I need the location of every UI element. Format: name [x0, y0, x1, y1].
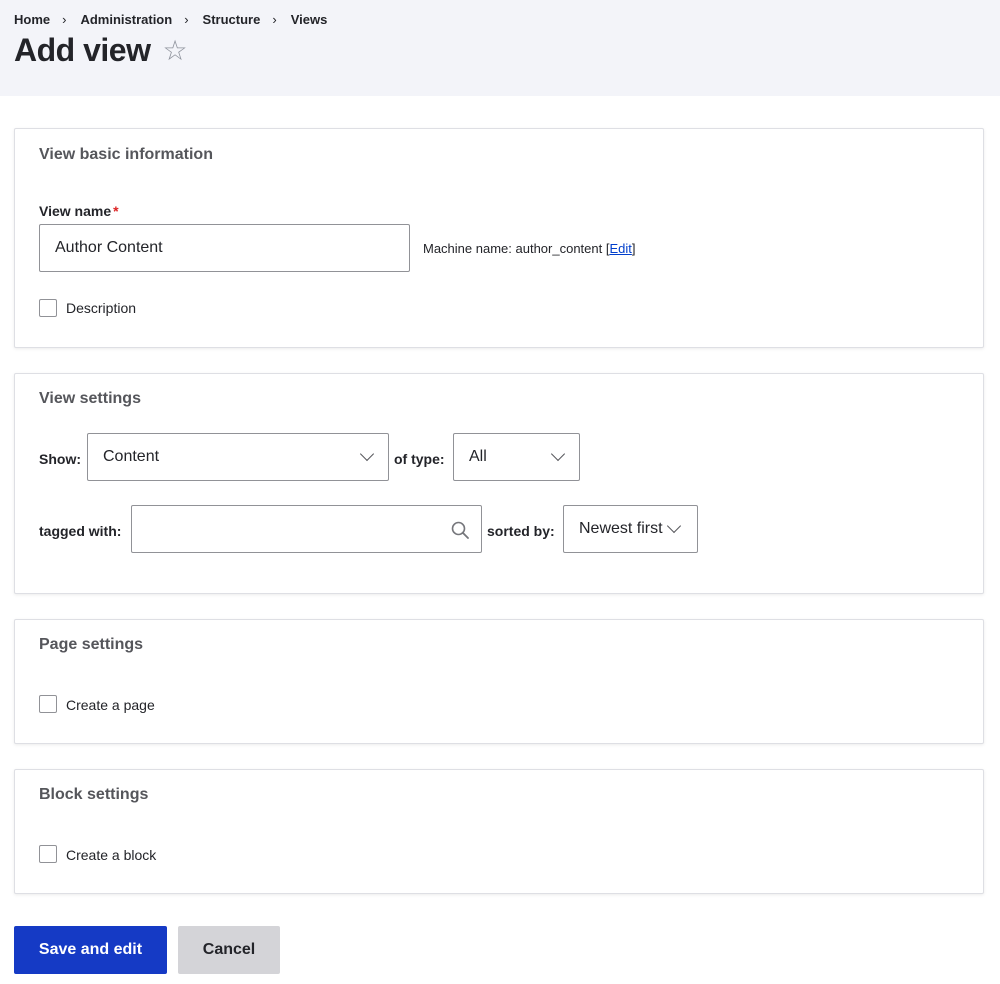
cancel-button[interactable]: Cancel	[178, 926, 280, 974]
chevron-down-icon	[550, 446, 566, 462]
view-settings-section: View settings Show: Content of type: All…	[14, 373, 984, 594]
tagged-with-input[interactable]	[131, 505, 482, 553]
view-name-value: Author Content	[55, 239, 163, 256]
show-label: Show:	[39, 451, 81, 467]
view-name-label-text: View name	[39, 203, 112, 219]
chevron-down-icon	[666, 518, 682, 534]
sorted-by-select[interactable]: Newest first	[563, 505, 698, 553]
page-header: Home › Administration › Structure › View…	[0, 0, 1000, 96]
chevron-down-icon	[359, 446, 375, 462]
machine-name-bracket: ]	[631, 241, 636, 256]
chevron-right-icon: ›	[272, 12, 277, 27]
machine-name-text: Machine name: author_content [	[423, 241, 610, 256]
tagged-with-label: tagged with:	[39, 523, 122, 539]
sorted-by-label: sorted by:	[487, 523, 555, 539]
view-name-input[interactable]: Author Content	[39, 224, 410, 272]
breadcrumb: Home › Administration › Structure › View…	[14, 12, 327, 27]
breadcrumb-administration[interactable]: Administration	[80, 12, 172, 27]
description-label[interactable]: Description	[66, 300, 136, 316]
block-settings-section: Block settings Create a block	[14, 769, 984, 894]
breadcrumb-home[interactable]: Home	[14, 12, 50, 27]
sorted-by-select-value: Newest first	[579, 520, 663, 537]
machine-name: Machine name: author_content [Edit]	[423, 241, 635, 256]
section-title: Page settings	[39, 636, 144, 653]
required-marker: *	[113, 203, 119, 219]
of-type-select-value: All	[469, 448, 487, 465]
star-outline-icon[interactable]: ☆	[162, 36, 187, 65]
show-select[interactable]: Content	[87, 433, 389, 481]
create-block-checkbox[interactable]	[39, 845, 57, 863]
basic-info-section: View basic information View name * Author…	[14, 128, 984, 348]
page-title: Add view	[14, 32, 151, 68]
machine-name-edit-link[interactable]: Edit	[609, 241, 631, 256]
description-checkbox[interactable]	[39, 299, 57, 317]
of-type-label: of type:	[394, 451, 445, 467]
create-block-label[interactable]: Create a block	[66, 847, 156, 863]
of-type-select[interactable]: All	[453, 433, 580, 481]
chevron-right-icon: ›	[184, 12, 189, 27]
create-page-label[interactable]: Create a page	[66, 697, 155, 713]
show-select-value: Content	[103, 448, 160, 465]
create-page-checkbox[interactable]	[39, 695, 57, 713]
breadcrumb-structure[interactable]: Structure	[203, 12, 261, 27]
section-title: View settings	[39, 390, 141, 407]
page-title-row: Add view ☆	[14, 32, 188, 69]
chevron-right-icon: ›	[62, 12, 67, 27]
breadcrumb-views[interactable]: Views	[291, 12, 328, 27]
page-settings-section: Page settings Create a page	[14, 619, 984, 744]
section-title: View basic information	[39, 146, 213, 163]
section-title: Block settings	[39, 786, 149, 803]
view-name-label: View name *	[39, 203, 119, 219]
search-icon	[451, 521, 469, 539]
save-and-edit-button[interactable]: Save and edit	[14, 926, 167, 974]
